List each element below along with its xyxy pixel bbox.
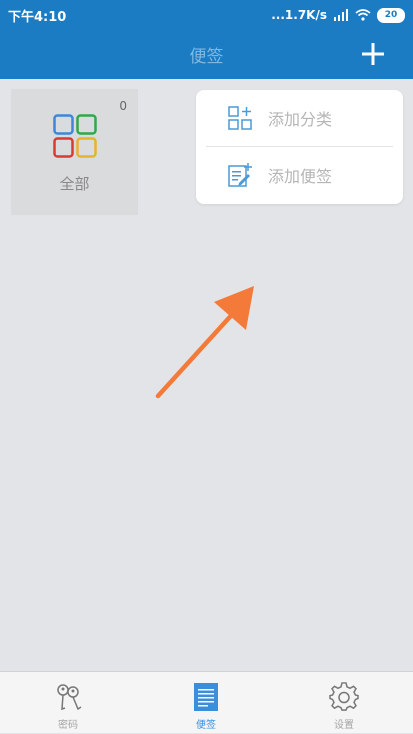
category-card-all[interactable]: 0 全部 (11, 89, 138, 215)
category-count: 0 (119, 99, 127, 113)
add-note-icon (228, 163, 252, 187)
signal-icon (334, 9, 348, 21)
menu-divider (206, 146, 393, 147)
status-indicators: ...1.7K/s 20 (271, 5, 405, 25)
category-label: 全部 (59, 175, 90, 193)
menu-item-add-category[interactable]: 添加分类 (206, 94, 393, 142)
keys-icon (57, 684, 82, 711)
tab-passwords[interactable]: 密码 (18, 672, 118, 734)
menu-item-label: 添加便签 (268, 167, 333, 186)
bottom-nav: 密码 便签 设置 (0, 671, 413, 733)
status-bar: 下午4:10 ...1.7K/s 20 (0, 0, 413, 30)
tab-label: 密码 (58, 720, 78, 731)
network-speed: ...1.7K/s (271, 8, 327, 22)
status-time: 下午4:10 (8, 10, 67, 25)
four-squares-icon (53, 114, 97, 158)
add-category-icon (228, 106, 252, 130)
tab-settings[interactable]: 设置 (294, 672, 394, 734)
menu-item-label: 添加分类 (268, 110, 333, 129)
add-popup-menu: 添加分类 添加便签 (196, 90, 403, 204)
plus-icon[interactable] (359, 40, 387, 68)
tab-notes[interactable]: 便签 (156, 672, 256, 734)
app-bar: 便签 (0, 30, 413, 79)
page-title: 便签 (189, 47, 224, 67)
main-content: 0 全部 添加分类 添加便签 (0, 79, 413, 671)
tab-label: 便签 (196, 720, 216, 731)
gear-icon (329, 682, 359, 711)
battery-indicator: 20 (377, 7, 405, 23)
annotation-arrow (155, 286, 254, 399)
tab-label: 设置 (334, 720, 354, 731)
menu-item-add-note[interactable]: 添加便签 (206, 151, 393, 199)
note-icon (194, 683, 218, 711)
wifi-icon (355, 9, 371, 21)
